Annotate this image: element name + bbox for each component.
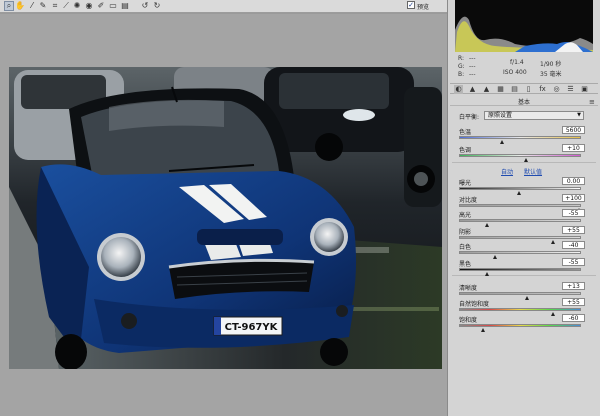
- slider-thumb[interactable]: [525, 296, 530, 300]
- aperture-value: f/1.4: [510, 59, 524, 66]
- slider-track[interactable]: [459, 268, 581, 271]
- histogram: [455, 0, 593, 52]
- slider-thumb[interactable]: [484, 272, 489, 276]
- photo-preview[interactable]: CT-967YK: [9, 67, 442, 369]
- slider-value-field[interactable]: +13: [562, 282, 585, 290]
- white-balance-label: 白平衡:: [459, 114, 480, 121]
- slider-thumb[interactable]: [550, 240, 555, 244]
- r-label: R:: [458, 55, 465, 62]
- crop-icon[interactable]: ⌗: [50, 1, 60, 11]
- slider-track[interactable]: [459, 292, 581, 295]
- snapshots-tab-icon[interactable]: ▣: [580, 85, 589, 94]
- slider-label: 对比度: [459, 197, 478, 204]
- panel-menu-icon[interactable]: ≡: [589, 98, 595, 106]
- b-label: B:: [458, 71, 465, 78]
- adjustment-brush-icon[interactable]: ✐: [96, 1, 106, 11]
- slider-value-field[interactable]: +10: [562, 144, 585, 152]
- zoom-icon[interactable]: ⌕: [4, 1, 14, 11]
- slider-track[interactable]: [459, 187, 581, 190]
- straighten-icon[interactable]: ⟋: [61, 1, 71, 11]
- slider-track[interactable]: [459, 324, 581, 327]
- slider-label: 自然饱和度: [459, 301, 490, 308]
- slider-label: 清晰度: [459, 285, 478, 292]
- slider-track[interactable]: [459, 219, 581, 222]
- slider-track[interactable]: [459, 251, 581, 254]
- slider-track[interactable]: [459, 154, 581, 157]
- preferences-icon[interactable]: ▤: [120, 1, 130, 11]
- preview-checkbox[interactable]: ✓: [407, 1, 415, 9]
- slider-track[interactable]: [459, 204, 581, 207]
- chevron-down-icon: ▼: [577, 112, 581, 118]
- section-title: 基本: [450, 97, 598, 106]
- slider-label: 色调: [459, 147, 472, 154]
- r-value: ---: [469, 55, 476, 62]
- slider-label: 阴影: [459, 229, 472, 236]
- auto-link[interactable]: 自动: [501, 167, 513, 176]
- preview-label: 预览: [417, 4, 430, 11]
- hsl-tab-icon[interactable]: ▦: [496, 85, 505, 94]
- b-value: ---: [469, 71, 476, 78]
- photo-image: CT-967YK: [9, 67, 442, 369]
- shutter-value: 1/90 秒: [540, 61, 562, 68]
- slider-label: 黑色: [459, 261, 472, 268]
- slider-thumb[interactable]: [481, 328, 485, 332]
- slider-thumb[interactable]: [484, 223, 489, 227]
- hand-icon[interactable]: ✋: [15, 1, 25, 11]
- detail-tab-icon[interactable]: ▲: [482, 85, 491, 94]
- focal-length-value: 35 毫米: [540, 71, 562, 78]
- slider-thumb[interactable]: [524, 158, 529, 162]
- slider-label: 色温: [459, 129, 472, 136]
- g-value: ---: [469, 63, 476, 70]
- slider-track[interactable]: [459, 136, 581, 139]
- slider-value-field[interactable]: -60: [562, 314, 585, 322]
- slider-value-field[interactable]: -55: [562, 258, 585, 266]
- toolbar: ⌕ ✋ ⁄ ✎ ⌗ ⟋ ✺ ◉ ✐ ▭ ▤ ↺ ↻ ✓ 预览: [0, 0, 447, 13]
- split-toning-tab-icon[interactable]: ▤: [510, 85, 519, 94]
- slider-thumb[interactable]: [500, 140, 505, 144]
- white-balance-select[interactable]: 原照设置 ▼: [484, 111, 584, 120]
- camera-calibration-tab-icon[interactable]: ◎: [552, 85, 561, 94]
- slider-label: 白色: [459, 244, 472, 251]
- slider-thumb[interactable]: [517, 191, 521, 195]
- g-label: G:: [458, 63, 465, 70]
- rotate-left-icon[interactable]: ↺: [140, 1, 150, 11]
- presets-tab-icon[interactable]: ☰: [566, 85, 575, 94]
- slider-label: 饱和度: [459, 317, 478, 324]
- spot-removal-icon[interactable]: ✺: [72, 1, 82, 11]
- basic-tab-icon[interactable]: ◐: [454, 85, 463, 94]
- slider-value-field[interactable]: +55: [562, 226, 585, 234]
- slider-value-field[interactable]: -40: [562, 241, 585, 249]
- slider-label: 曝光: [459, 180, 472, 187]
- slider-value-field[interactable]: -55: [562, 209, 585, 217]
- effects-tab-icon[interactable]: fx: [538, 85, 547, 94]
- slider-label: 高光: [459, 212, 472, 219]
- color-sampler-icon[interactable]: ✎: [38, 1, 48, 11]
- iso-value: ISO 400: [503, 69, 527, 76]
- slider-value-field[interactable]: +100: [562, 194, 585, 202]
- divider: [452, 162, 596, 163]
- default-link[interactable]: 默认值: [524, 167, 542, 176]
- license-plate-text: CT-967YK: [225, 322, 279, 333]
- slider-value-field[interactable]: 5600: [562, 126, 585, 134]
- tone-curve-tab-icon[interactable]: ▲: [468, 85, 477, 94]
- graduated-filter-icon[interactable]: ▭: [108, 1, 118, 11]
- slider-track[interactable]: [459, 308, 581, 311]
- slider-thumb[interactable]: [493, 255, 497, 259]
- slider-value-field[interactable]: 0.00: [562, 177, 585, 185]
- white-balance-value: 原照设置: [488, 112, 513, 119]
- red-eye-icon[interactable]: ◉: [84, 1, 94, 11]
- divider: [452, 275, 596, 276]
- rotate-right-icon[interactable]: ↻: [152, 1, 162, 11]
- slider-track[interactable]: [459, 236, 581, 239]
- slider-thumb[interactable]: [550, 312, 555, 316]
- pixel-readout: R: --- G: --- B: --- f/1.4 1/90 秒 ISO 40…: [455, 54, 593, 79]
- lens-tab-icon[interactable]: ▯: [524, 85, 533, 94]
- white-balance-icon[interactable]: ⁄: [27, 1, 37, 11]
- slider-value-field[interactable]: +55: [562, 298, 585, 306]
- panel-tabs: ◐ ▲ ▲ ▦ ▤ ▯ fx ◎ ☰ ▣: [450, 83, 598, 94]
